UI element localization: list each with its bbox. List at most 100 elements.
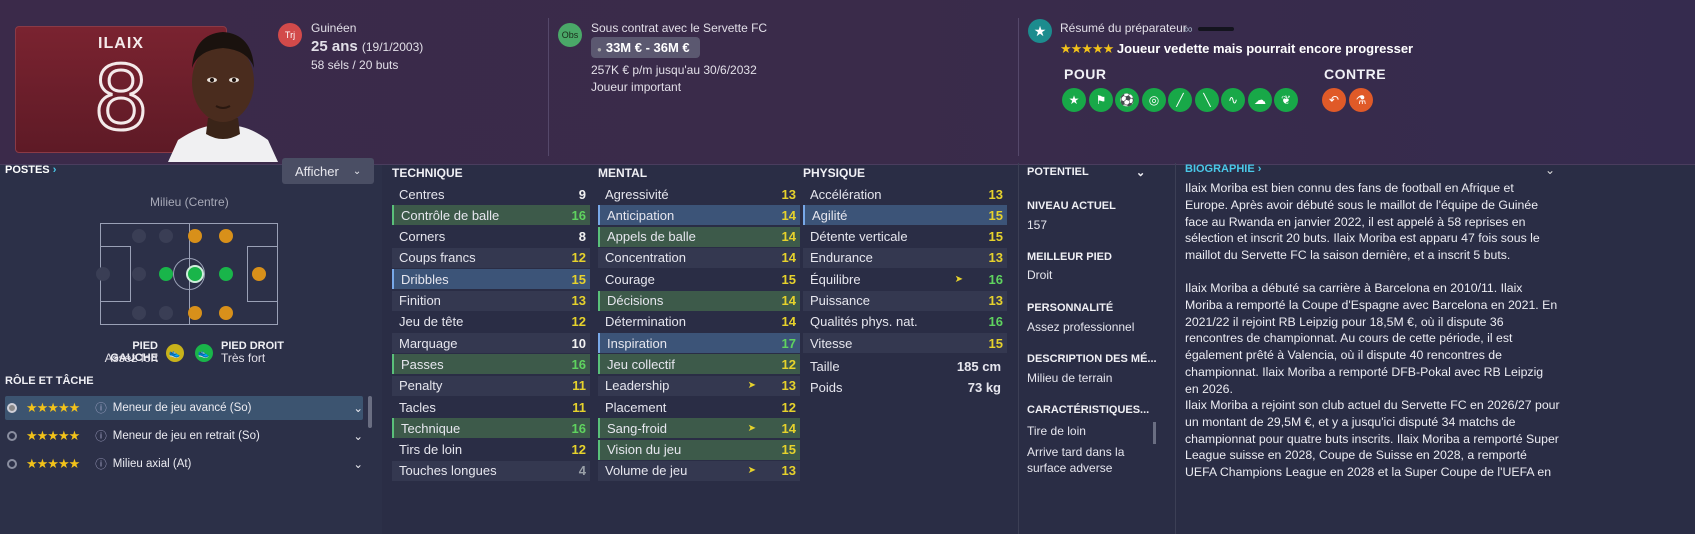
attribute-name: Placement: [605, 399, 667, 415]
height-value: 185 cm: [956, 358, 1001, 374]
chevron-down-icon[interactable]: ⌄: [353, 401, 363, 415]
attribute-value: 15: [988, 229, 1003, 245]
radio-icon[interactable]: [7, 403, 17, 413]
attribute-row[interactable]: Endurance 13: [803, 247, 1007, 268]
chevron-down-icon: ⌄: [1136, 167, 1146, 179]
attribute-row[interactable]: Penalty 11: [392, 375, 590, 396]
attribute-row[interactable]: Sang-froid ➤ 14: [598, 418, 800, 439]
attribute-row[interactable]: Jeu de tête 12: [392, 312, 590, 332]
attribute-name: Endurance: [810, 250, 873, 266]
ball-icon[interactable]: ⚽: [1115, 88, 1139, 112]
attribute-row[interactable]: Courage 15: [598, 269, 800, 289]
attribute-name: Technique: [401, 420, 461, 436]
attribute-name: Anticipation: [607, 207, 675, 223]
attribute-row[interactable]: Volume de jeu ➤ 13: [598, 460, 800, 481]
star-trait-icon[interactable]: ★: [1062, 88, 1086, 112]
right-foot-value: Très fort: [221, 351, 266, 365]
info-icon[interactable]: ⓘ: [95, 400, 107, 416]
attribute-row[interactable]: Anticipation 14: [598, 205, 800, 226]
lungs-icon[interactable]: ❦: [1274, 88, 1298, 112]
attribute-row[interactable]: Concentration 14: [598, 247, 800, 268]
attribute-row[interactable]: Contrôle de balle 16: [392, 205, 590, 226]
divider: [1018, 163, 1019, 534]
attribute-row[interactable]: Tacles 11: [392, 397, 590, 417]
current-level-value: 157: [1027, 218, 1048, 232]
info-icon[interactable]: ⓘ: [95, 456, 107, 472]
traits-scrollbar[interactable]: [1153, 422, 1156, 444]
roles-scrollbar[interactable]: [368, 396, 372, 428]
role-row[interactable]: ★★★★★ ⓘ Meneur de jeu en retrait (So) ⌄: [5, 424, 363, 448]
left-foot-value: Assez fort: [104, 351, 158, 365]
wave-icon[interactable]: ∿: [1221, 88, 1245, 112]
role-row-selected[interactable]: ★★★★★ ⓘ Meneur de jeu avancé (So) ⌄: [5, 396, 363, 420]
pros-label: POUR: [1064, 66, 1107, 82]
weight-value: 73 kg: [967, 379, 1001, 395]
attribute-value: 15: [781, 271, 796, 287]
boot-icon[interactable]: ╱: [1168, 88, 1192, 112]
attribute-row[interactable]: Tirs de loin 12: [392, 440, 590, 460]
position-dot: [132, 306, 146, 320]
attribute-row[interactable]: Vision du jeu 15: [598, 439, 800, 460]
attribute-row[interactable]: Centres 9: [392, 184, 590, 204]
attribute-row[interactable]: Puissance 13: [803, 290, 1007, 311]
attribute-row[interactable]: Détente verticale 15: [803, 227, 1007, 247]
value-label: 33M € - 36M €: [605, 40, 690, 55]
attribute-row[interactable]: Qualités phys. nat. 16: [803, 312, 1007, 332]
physique-column: PHYSIQUE Accélération 13 Agilité 15 Détente …: [803, 162, 1007, 534]
attribute-row[interactable]: Décisions 14: [598, 290, 800, 311]
attribute-row[interactable]: Marquage 10: [392, 333, 590, 354]
chevron-down-icon[interactable]: ⌄: [1545, 163, 1555, 177]
attribute-value: 12: [781, 356, 796, 372]
bio-paragraph-1: Ilaix Moriba est bien connu des fans de …: [1185, 181, 1540, 263]
weight-row: Poids 73 kg: [803, 377, 1007, 397]
attribute-row[interactable]: Accélération 13: [803, 184, 1007, 204]
attribute-row[interactable]: Agilité 15: [803, 205, 1007, 226]
dot-icon: ●: [597, 45, 602, 54]
value-badge[interactable]: ● 33M € - 36M €: [591, 37, 700, 58]
position-dot-selected: [186, 265, 204, 283]
chevron-down-icon[interactable]: ⌄: [353, 429, 363, 443]
attribute-name: Dribbles: [401, 271, 449, 287]
attribute-row[interactable]: Appels de balle 14: [598, 226, 800, 247]
position-dot-competent: [219, 306, 233, 320]
attribute-row[interactable]: Dribbles 15: [392, 269, 590, 290]
position-pitch: [96, 223, 278, 325]
progress-arrow-icon: ➤: [747, 380, 756, 392]
role-row[interactable]: ★★★★★ ⓘ Milieu axial (At) ⌄: [5, 452, 363, 476]
attribute-name: Volume de jeu: [605, 463, 688, 479]
bio-paragraph-2: Ilaix Moriba a débuté sa carrière à Barc…: [1185, 281, 1558, 396]
attribute-row[interactable]: Placement 12: [598, 397, 800, 417]
attribute-row[interactable]: Finition 13: [392, 290, 590, 311]
heading-icon[interactable]: ↶: [1322, 88, 1346, 112]
chevron-down-icon[interactable]: ⌄: [353, 457, 363, 471]
attribute-row[interactable]: Touches longues 4: [392, 460, 590, 481]
attribute-row[interactable]: Vitesse 15: [803, 333, 1007, 354]
attribute-row[interactable]: Coups francs 12: [392, 247, 590, 268]
attribute-row[interactable]: Équilibre ➤ 16: [803, 269, 1007, 289]
attribute-value: 14: [781, 314, 796, 330]
attribute-row[interactable]: Jeu collectif 12: [598, 354, 800, 375]
radio-icon[interactable]: [7, 459, 17, 469]
attribute-row[interactable]: Passes 16: [392, 354, 590, 375]
attribute-row[interactable]: Technique 16: [392, 418, 590, 439]
shot-icon[interactable]: ╲: [1195, 88, 1219, 112]
attribute-row[interactable]: Corners 8: [392, 227, 590, 247]
left-boot-icon: 👟: [166, 344, 184, 362]
divider: [1018, 18, 1019, 156]
role-label: Meneur de jeu avancé (So): [112, 402, 252, 414]
age: 25 ans: [311, 38, 358, 55]
brain-icon[interactable]: ☁: [1248, 88, 1272, 112]
position-dot: [159, 306, 173, 320]
role-label: Milieu axial (At): [112, 458, 192, 470]
display-dropdown[interactable]: Afficher ⌄: [282, 158, 374, 184]
target-icon[interactable]: ◎: [1142, 88, 1166, 112]
info-icon[interactable]: ⓘ: [95, 428, 107, 444]
corner-flag-icon[interactable]: ⚑: [1089, 88, 1113, 112]
flask-icon[interactable]: ⚗: [1349, 88, 1373, 112]
attribute-row[interactable]: Inspiration 17: [598, 333, 800, 354]
radio-icon[interactable]: [7, 431, 17, 441]
attribute-value: 13: [781, 463, 796, 479]
attribute-row[interactable]: Agressivité 13: [598, 184, 800, 204]
attribute-row[interactable]: Détermination 14: [598, 312, 800, 332]
attribute-row[interactable]: Leadership ➤ 13: [598, 375, 800, 396]
